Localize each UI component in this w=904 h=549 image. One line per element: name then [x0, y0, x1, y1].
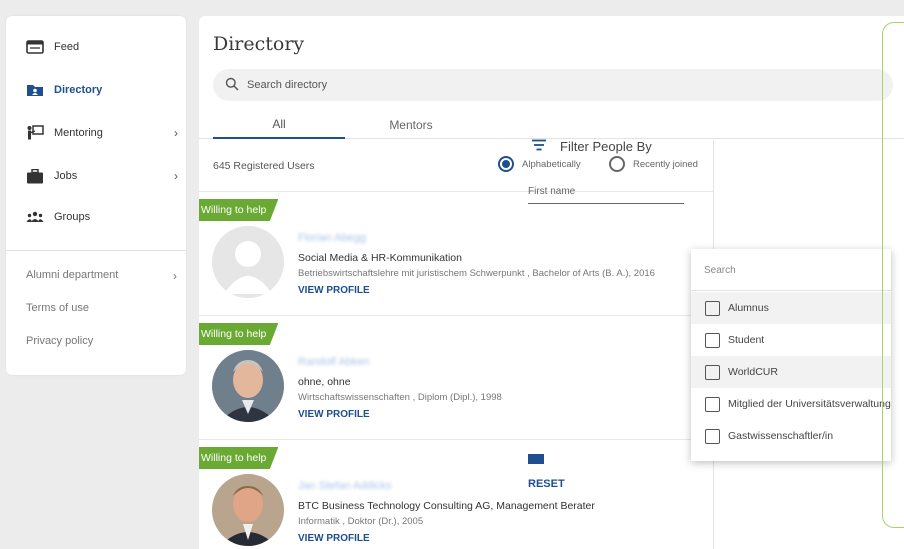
filter-icon: [532, 139, 546, 154]
option-guest-scientist[interactable]: Gastwissenschaftler/in: [691, 420, 891, 452]
mentoring-icon: [26, 125, 44, 141]
person-position: BTC Business Technology Consulting AG, M…: [298, 500, 595, 512]
alumni-department-label: Alumni department: [26, 269, 119, 281]
filter-title-label: Filter People By: [560, 139, 652, 154]
option-label: Mitglied der Universitätsverwaltung: [728, 398, 891, 410]
sidebar: Feed Directory Mentoring › Jobs › Groups…: [6, 16, 186, 375]
search-placeholder: Search directory: [247, 79, 328, 91]
person-name[interactable]: Jan Stefan Addicks: [298, 480, 392, 492]
sort-recently-joined-radio[interactable]: Recently joined: [609, 156, 698, 172]
search-input[interactable]: Search directory: [213, 69, 893, 101]
directory-icon: [26, 82, 44, 98]
person-education: Wirtschaftswissenschaften , Diplom (Dipl…: [298, 392, 502, 403]
sidebar-item-jobs[interactable]: Jobs ›: [26, 166, 186, 186]
sidebar-item-mentoring[interactable]: Mentoring ›: [26, 123, 186, 143]
filter-title: Filter People By: [532, 139, 652, 154]
highlight-frame: [882, 22, 904, 528]
radio-checked-icon: [498, 156, 514, 172]
sidebar-item-label: Directory: [54, 84, 103, 96]
checkbox-icon: [705, 364, 720, 380]
chevron-right-icon: ›: [174, 126, 178, 140]
chevron-right-icon: ›: [173, 269, 177, 283]
reset-button[interactable]: RESET: [528, 478, 565, 490]
sidebar-item-directory[interactable]: Directory: [26, 80, 186, 100]
checkbox-icon: [705, 428, 720, 444]
briefcase-icon: [26, 168, 44, 184]
tab-bar: All Mentors: [199, 111, 904, 139]
sidebar-divider: [6, 250, 186, 251]
view-profile-link[interactable]: VIEW PROFILE: [298, 533, 370, 544]
avatar: [212, 350, 284, 422]
chevron-right-icon: ›: [174, 169, 178, 183]
feed-icon: [26, 39, 44, 55]
sidebar-item-feed[interactable]: Feed: [26, 37, 186, 57]
list-item: Willing to help Florian Abegg Social Med…: [199, 192, 713, 316]
alumni-department-link[interactable]: Alumni department ›: [26, 269, 181, 283]
sort-alphabetically-label: Alphabetically: [522, 158, 581, 170]
sidebar-item-label: Feed: [54, 41, 80, 53]
sort-alphabetically-radio[interactable]: Alphabetically: [498, 156, 581, 172]
list-item: Willing to help Jan Stefan Addicks BTC B…: [199, 440, 713, 549]
sidebar-item-label: Groups: [54, 211, 91, 223]
checkbox-icon: [705, 332, 720, 348]
sidebar-item-label: Mentoring: [54, 127, 103, 139]
app-frame: Feed Directory Mentoring › Jobs › Groups…: [0, 0, 904, 549]
sidebar-item-groups[interactable]: Groups: [26, 207, 186, 227]
list-item: Willing to help Randolf Abken ohne, ohne…: [199, 316, 713, 440]
view-profile-link[interactable]: VIEW PROFILE: [298, 285, 370, 296]
first-name-field[interactable]: First name: [528, 186, 684, 204]
checkbox-icon: [705, 396, 720, 412]
registered-count: 645 Registered Users: [213, 160, 315, 172]
person-name[interactable]: Randolf Abken: [298, 356, 370, 368]
option-label: WorldCUR: [728, 366, 778, 378]
page-title: Directory: [213, 33, 305, 55]
option-label: Student: [728, 334, 765, 346]
dropdown-search-input[interactable]: Search: [691, 249, 891, 291]
person-position: Social Media & HR-Kommunikation: [298, 252, 462, 264]
search-icon: [225, 77, 239, 94]
willing-to-help-badge: Willing to help: [199, 323, 279, 345]
avatar: [212, 226, 284, 298]
radio-unchecked-icon: [609, 156, 625, 172]
checkbox-checked-icon: [528, 454, 544, 464]
view-profile-link[interactable]: VIEW PROFILE: [298, 409, 370, 420]
person-position: ohne, ohne: [298, 376, 351, 388]
option-worldcur[interactable]: WorldCUR: [691, 356, 891, 388]
person-name[interactable]: Florian Abegg: [298, 232, 366, 244]
option-university-staff[interactable]: Mitglied der Universitätsverwaltung: [691, 388, 891, 420]
person-education: Betriebswirtschaftslehre mit juristische…: [298, 268, 655, 279]
willing-to-help-badge: Willing to help: [199, 199, 279, 221]
checkbox-icon: [705, 300, 720, 316]
willing-to-help-badge: Willing to help: [199, 447, 279, 469]
tab-all[interactable]: All: [213, 111, 345, 139]
category-dropdown: Search Alumnus Student WorldCUR Mitglied…: [691, 249, 891, 461]
privacy-policy-link[interactable]: Privacy policy: [26, 335, 181, 347]
option-alumnus[interactable]: Alumnus: [691, 292, 891, 324]
terms-of-use-link[interactable]: Terms of use: [26, 302, 181, 314]
option-student[interactable]: Student: [691, 324, 891, 356]
avatar: [212, 474, 284, 546]
option-label: Gastwissenschaftler/in: [728, 430, 834, 442]
person-education: Informatik , Doktor (Dr.), 2005: [298, 516, 424, 527]
sidebar-item-label: Jobs: [54, 170, 78, 182]
option-label: Alumnus: [728, 302, 769, 314]
groups-icon: [26, 209, 44, 225]
tab-mentors[interactable]: Mentors: [345, 111, 477, 139]
sort-recently-joined-label: Recently joined: [633, 158, 698, 170]
